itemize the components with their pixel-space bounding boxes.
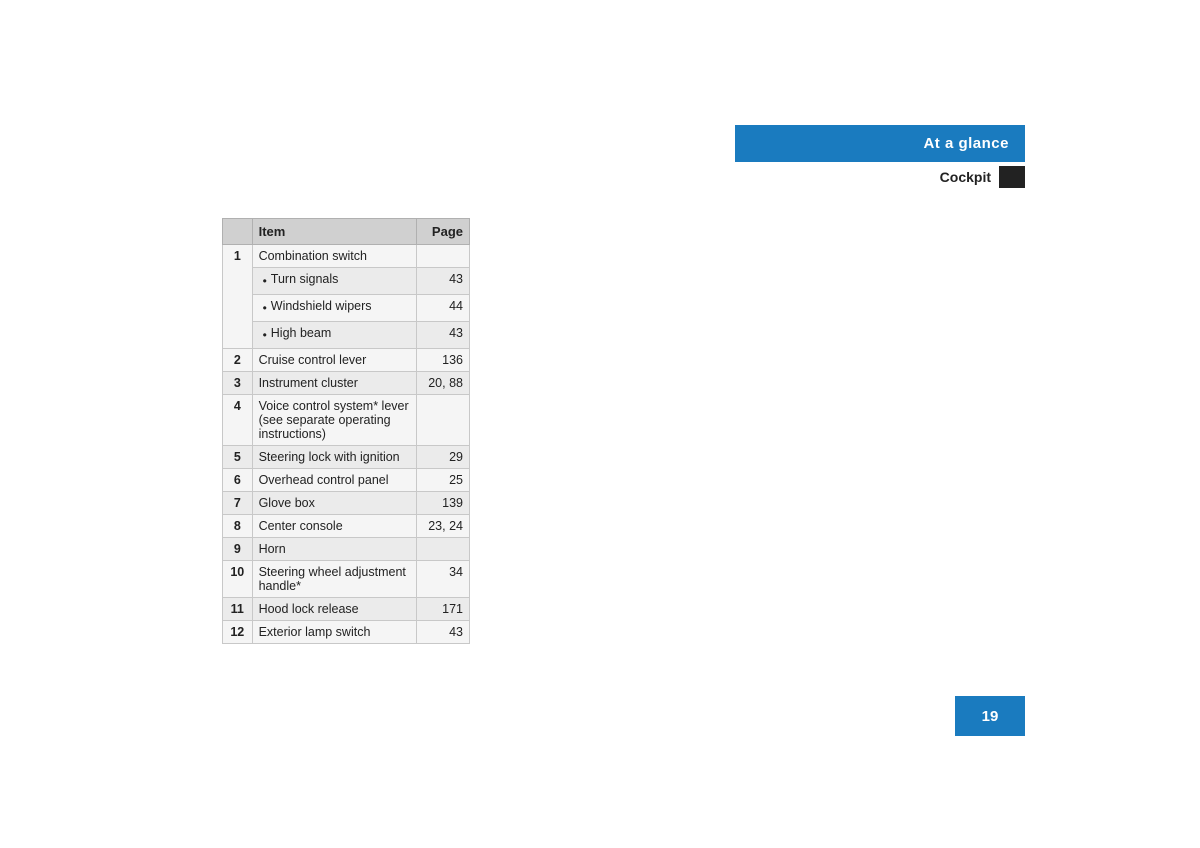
table-cell-item: Hood lock release (252, 598, 417, 621)
table-cell-item: Combination switch (252, 245, 417, 268)
section-title-blue: At a glance (735, 125, 1025, 162)
cockpit-table: Item Page 1Combination switch • Turn signa… (222, 218, 470, 644)
table-cell-page: 139 (417, 492, 470, 515)
table-cell-page: 43 (417, 621, 470, 644)
table-cell-page: 136 (417, 349, 470, 372)
table-cell-item: Glove box (252, 492, 417, 515)
table-cell-page (417, 538, 470, 561)
table-row-sub: • Turn signals 43 (223, 268, 470, 295)
sub-item-row: • Windshield wipers (259, 299, 411, 317)
table-cell-num: 6 (223, 469, 253, 492)
table-row: 5Steering lock with ignition29 (223, 446, 470, 469)
sub-item-label: Windshield wipers (271, 299, 372, 313)
table-cell-sub-item: • Turn signals (252, 268, 417, 295)
table-cell-sub-page: 44 (417, 295, 470, 322)
sub-item-label: Turn signals (271, 272, 339, 286)
table-cell-num: 8 (223, 515, 253, 538)
table-row-sub: • Windshield wipers 44 (223, 295, 470, 322)
table-row: 6Overhead control panel25 (223, 469, 470, 492)
table-row: 10Steering wheel adjustment handle*34 (223, 561, 470, 598)
table-row: 3Instrument cluster20, 88 (223, 372, 470, 395)
table-cell-item: Cruise control lever (252, 349, 417, 372)
table-cell-num: 12 (223, 621, 253, 644)
table-cell-num: 3 (223, 372, 253, 395)
col-header-num (223, 219, 253, 245)
table-cell-page: 20, 88 (417, 372, 470, 395)
table-cell-num: 4 (223, 395, 253, 446)
cockpit-table-container: Item Page 1Combination switch • Turn signa… (222, 218, 470, 644)
table-cell-item: Center console (252, 515, 417, 538)
table-cell-item: Voice control system* lever (see separat… (252, 395, 417, 446)
table-cell-item: Horn (252, 538, 417, 561)
table-row: 4Voice control system* lever (see separa… (223, 395, 470, 446)
table-cell-num: 9 (223, 538, 253, 561)
table-header-row: Item Page (223, 219, 470, 245)
table-row: 11Hood lock release171 (223, 598, 470, 621)
table-cell-num: 2 (223, 349, 253, 372)
sub-item-row: • Turn signals (259, 272, 411, 290)
table-cell-page (417, 395, 470, 446)
table-cell-page: 29 (417, 446, 470, 469)
table-cell-num: 1 (223, 245, 253, 349)
table-cell-num: 11 (223, 598, 253, 621)
table-cell-sub-page: 43 (417, 322, 470, 349)
page-number: 19 (955, 696, 1025, 736)
sub-item-label: High beam (271, 326, 331, 340)
section-subtitle-text: Cockpit (940, 169, 991, 185)
table-cell-sub-item: • Windshield wipers (252, 295, 417, 322)
table-cell-item: Instrument cluster (252, 372, 417, 395)
table-cell-page: 171 (417, 598, 470, 621)
table-cell-sub-item: • High beam (252, 322, 417, 349)
table-cell-sub-page: 43 (417, 268, 470, 295)
table-cell-page: 23, 24 (417, 515, 470, 538)
table-cell-item: Overhead control panel (252, 469, 417, 492)
table-row: 8Center console23, 24 (223, 515, 470, 538)
table-row: 2Cruise control lever136 (223, 349, 470, 372)
table-cell-page (417, 245, 470, 268)
table-cell-page: 25 (417, 469, 470, 492)
table-cell-page: 34 (417, 561, 470, 598)
sub-item-row: • High beam (259, 326, 411, 344)
table-row: 12Exterior lamp switch43 (223, 621, 470, 644)
section-header: At a glance Cockpit (735, 125, 1025, 192)
table-cell-item: Steering lock with ignition (252, 446, 417, 469)
table-cell-num: 5 (223, 446, 253, 469)
table-cell-item: Exterior lamp switch (252, 621, 417, 644)
section-color-swatch (999, 166, 1025, 188)
bullet-icon: • (263, 272, 267, 290)
table-row: 1Combination switch (223, 245, 470, 268)
bullet-icon: • (263, 326, 267, 344)
section-subtitle-row: Cockpit (735, 162, 1025, 192)
col-header-item: Item (252, 219, 417, 245)
table-row: 9Horn (223, 538, 470, 561)
table-cell-num: 7 (223, 492, 253, 515)
table-cell-num: 10 (223, 561, 253, 598)
bullet-icon: • (263, 299, 267, 317)
table-row: 7Glove box139 (223, 492, 470, 515)
table-cell-item: Steering wheel adjustment handle* (252, 561, 417, 598)
table-row-sub: • High beam 43 (223, 322, 470, 349)
col-header-page: Page (417, 219, 470, 245)
